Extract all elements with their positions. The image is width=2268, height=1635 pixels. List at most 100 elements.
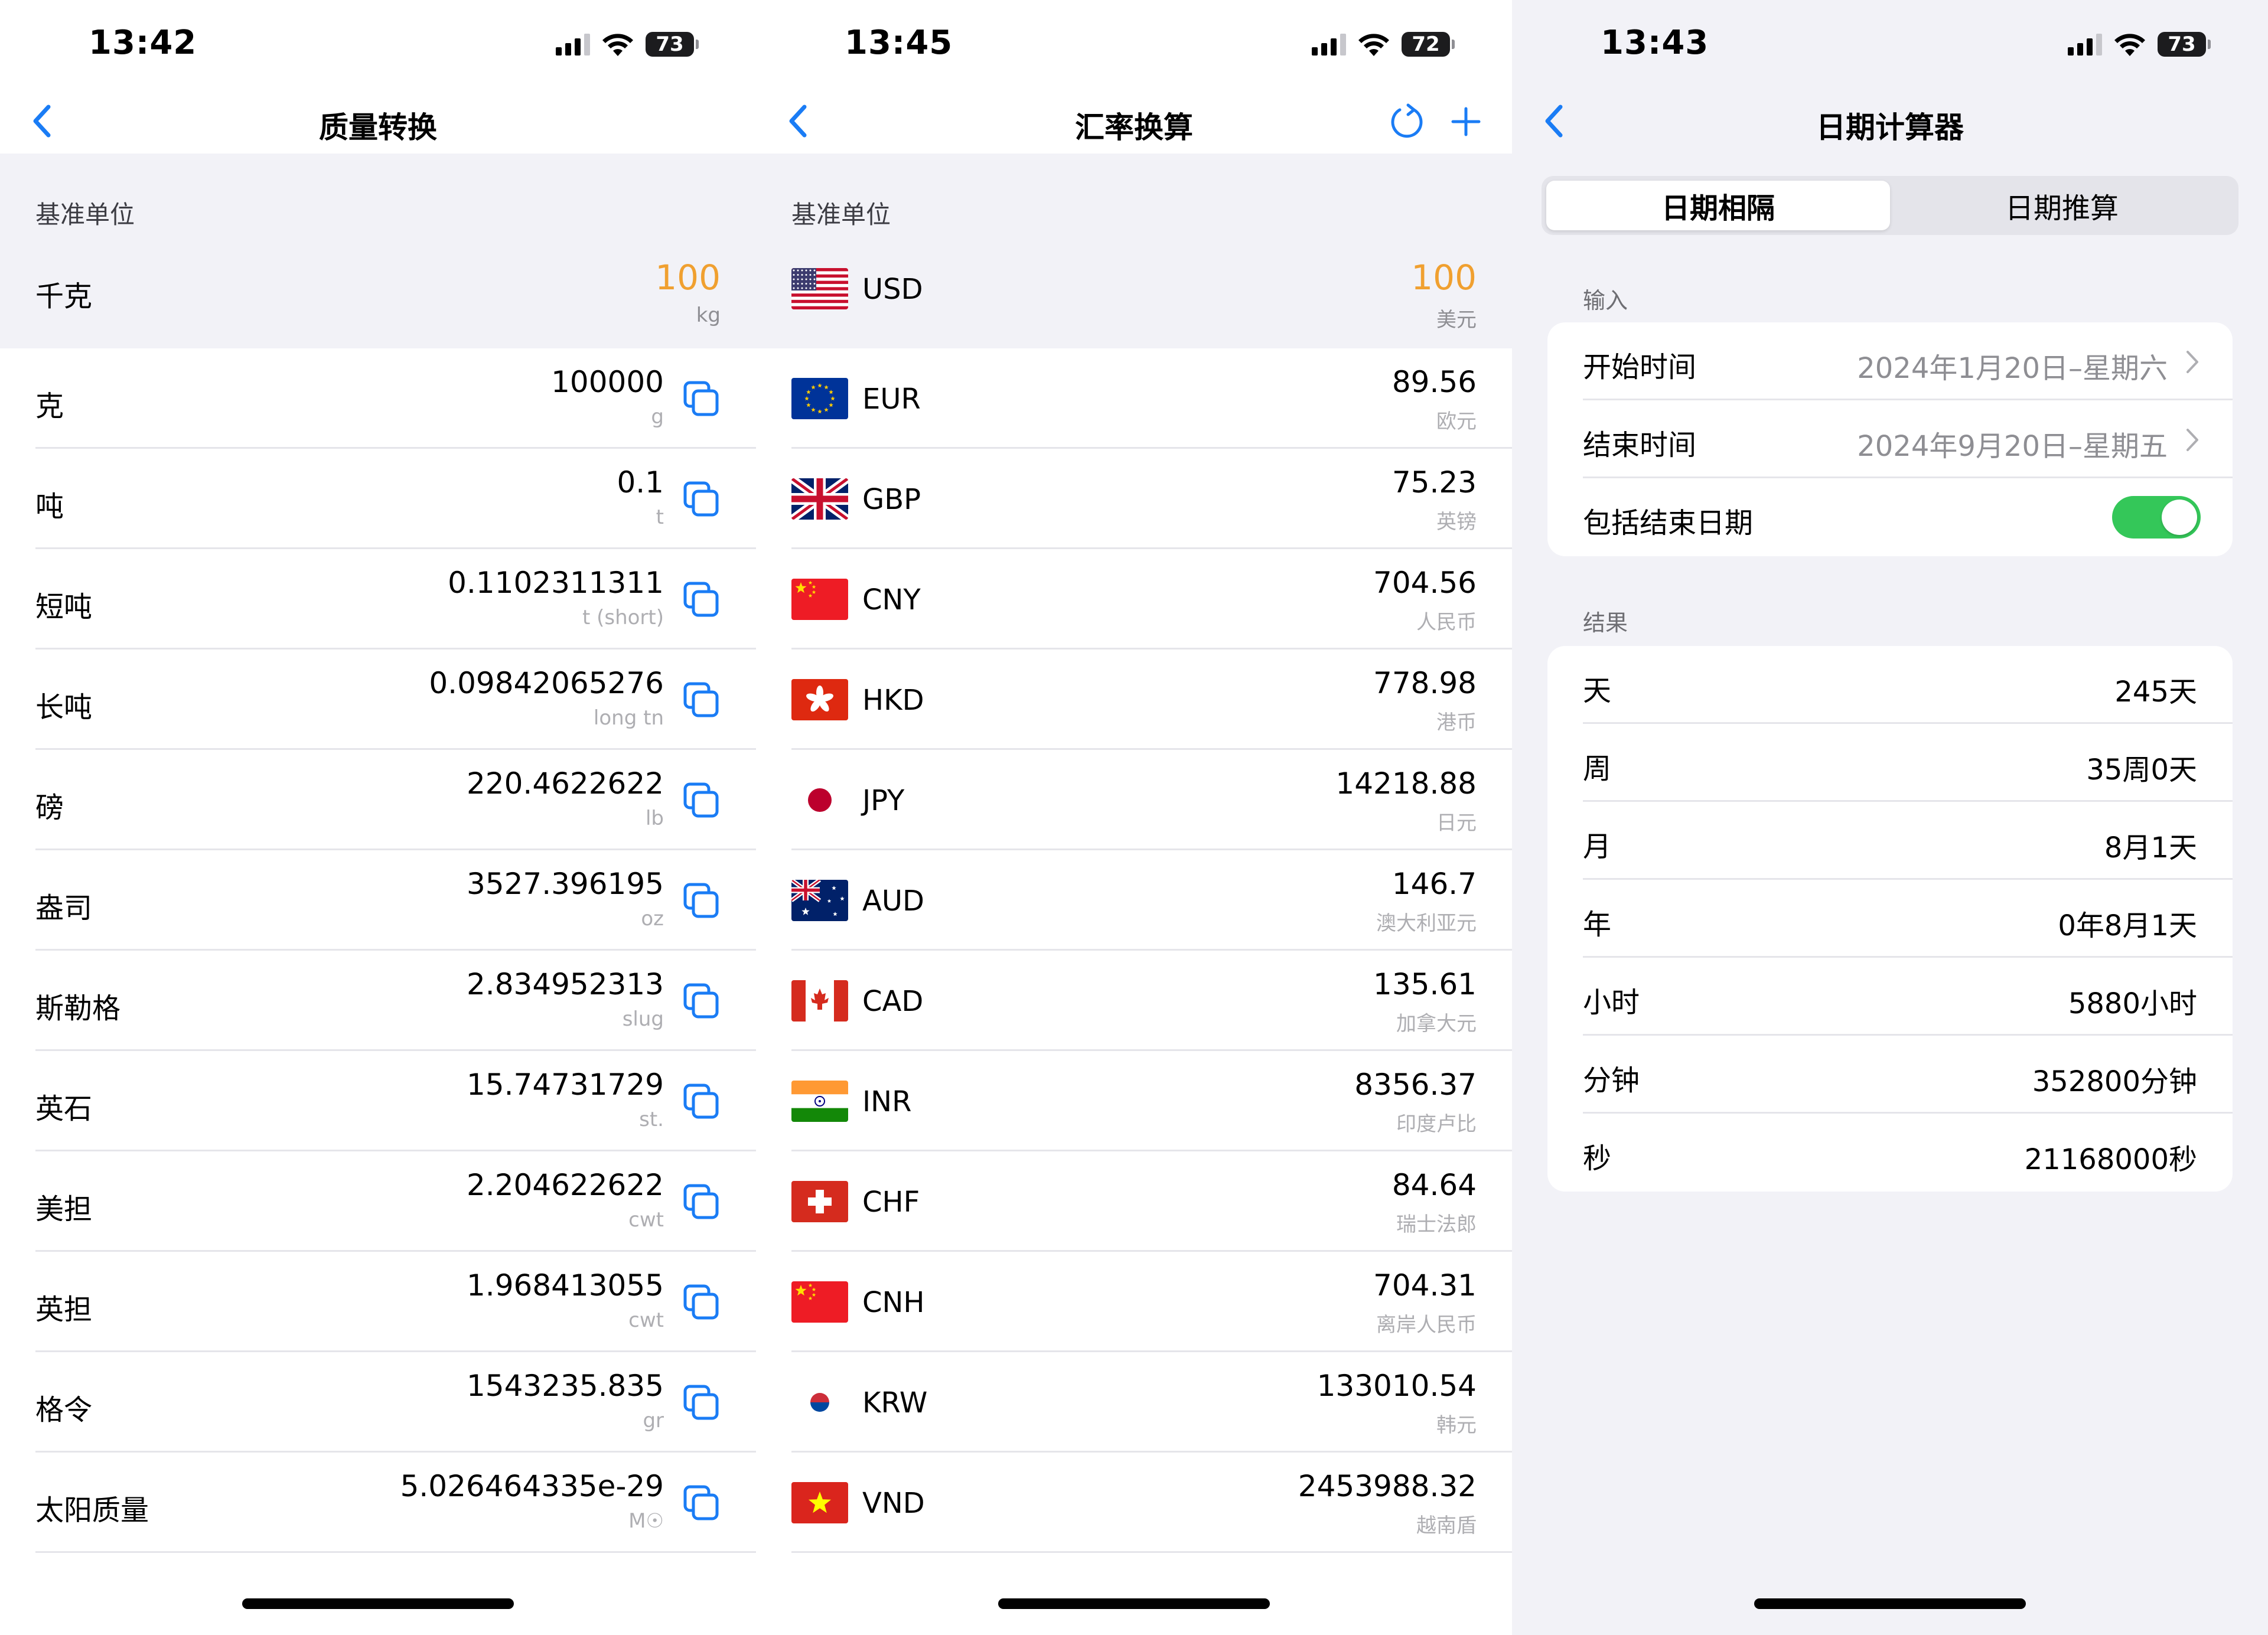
end-date-row[interactable]: 结束时间 2024年9月20日–星期五	[1547, 400, 2233, 478]
unit-row[interactable]: 吨 0.1 t	[0, 449, 756, 549]
currency-row[interactable]: GBP 75.23 英镑	[756, 449, 1512, 549]
currency-name: 瑞士法郎	[1396, 1213, 1477, 1236]
currency-row[interactable]: KRW 133010.54 韩元	[756, 1352, 1512, 1453]
section-label: 基准单位	[791, 200, 891, 229]
copy-button[interactable]	[682, 580, 721, 619]
currency-code: VND	[862, 1487, 925, 1520]
unit-row[interactable]: 英担 1.968413055 cwt	[0, 1252, 756, 1352]
currency-row[interactable]: AUD 146.7 澳大利亚元	[756, 850, 1512, 951]
start-date-row[interactable]: 开始时间 2024年1月20日–星期六	[1547, 322, 2233, 400]
unit-row[interactable]: 格令 1543235.835 gr	[0, 1352, 756, 1453]
unit-name: 磅	[35, 791, 64, 824]
status-icons: 72	[1312, 30, 1455, 59]
result-label: 周	[1583, 752, 1612, 785]
tab-date-interval[interactable]: 日期相隔	[1546, 181, 1890, 230]
unit-symbol: M☉	[628, 1509, 664, 1533]
tab-date-projection[interactable]: 日期推算	[1890, 181, 2234, 230]
battery-icon: 73	[2158, 32, 2211, 57]
currency-name: 英镑	[1436, 510, 1477, 534]
screens-container: 13:42 73 质量转换 基准单位 千克 100 kg 克 100000 g …	[0, 0, 2268, 1635]
chevron-right-icon	[2186, 429, 2198, 451]
add-currency-button[interactable]	[1443, 99, 1488, 144]
copy-button[interactable]	[682, 1483, 721, 1522]
copy-button[interactable]	[682, 881, 721, 920]
include-end-date-label: 包括结束日期	[1583, 507, 1754, 540]
copy-button[interactable]	[682, 1182, 721, 1221]
copy-button[interactable]	[682, 981, 721, 1020]
unit-row[interactable]: 短吨 0.1102311311 t (short)	[0, 549, 756, 650]
nav-bar: 质量转换	[0, 89, 756, 154]
base-value-input[interactable]: 100	[1411, 257, 1477, 298]
unit-value: 0.09842065276	[429, 666, 664, 700]
copy-button[interactable]	[682, 379, 721, 418]
copy-button[interactable]	[682, 1282, 721, 1321]
unit-symbol: oz	[641, 907, 664, 931]
chevron-right-icon	[2186, 351, 2198, 373]
currency-code: GBP	[862, 483, 921, 516]
mode-segmented-control: 日期相隔 日期推算	[1542, 176, 2238, 235]
unit-symbol: st.	[639, 1108, 664, 1131]
currency-name: 欧元	[1436, 410, 1477, 433]
currency-row[interactable]: CAD 135.61 加拿大元	[756, 951, 1512, 1051]
result-row: 分钟 352800分钟	[1547, 1036, 2233, 1114]
refresh-button[interactable]	[1384, 99, 1429, 144]
currency-name: 印度卢比	[1396, 1112, 1477, 1136]
unit-name: 美担	[35, 1193, 93, 1226]
currency-row[interactable]: CHF 84.64 瑞士法郎	[756, 1151, 1512, 1252]
currency-row[interactable]: INR 8356.37 印度卢比	[756, 1051, 1512, 1151]
battery-level: 73	[656, 32, 684, 56]
unit-row[interactable]: 太阳质量 5.026464335e-29 M☉	[0, 1453, 756, 1553]
unit-row[interactable]: 斯勒格 2.834952313 slug	[0, 951, 756, 1051]
currency-value: 704.56	[1373, 566, 1477, 600]
currency-row[interactable]: CNY 704.56 人民币	[756, 549, 1512, 650]
au-flag-icon	[791, 880, 848, 921]
currency-value: 778.98	[1373, 666, 1477, 700]
unit-row[interactable]: 长吨 0.09842065276 long tn	[0, 650, 756, 750]
copy-button[interactable]	[682, 1383, 721, 1422]
wifi-icon	[1358, 34, 1389, 56]
battery-icon: 73	[646, 32, 699, 57]
wifi-icon	[602, 34, 633, 56]
wifi-icon	[2114, 34, 2145, 56]
base-unit-row[interactable]: 千克 100 kg	[0, 242, 756, 348]
unit-row[interactable]: 克 100000 g	[0, 348, 756, 449]
currency-value: 14218.88	[1335, 766, 1477, 801]
currency-name: 人民币	[1416, 611, 1477, 634]
copy-button[interactable]	[682, 479, 721, 518]
base-currency-name: 美元	[1436, 308, 1477, 332]
currency-code: CAD	[862, 985, 924, 1018]
base-currency-row[interactable]: USD 100 美元	[756, 242, 1512, 348]
currency-code: CNH	[862, 1286, 925, 1319]
include-end-date-toggle[interactable]	[2112, 496, 2201, 539]
currency-row[interactable]: VND 2453988.32 越南盾	[756, 1453, 1512, 1553]
copy-icon	[682, 983, 721, 1023]
end-date-label: 结束时间	[1583, 429, 1697, 462]
eu-flag-icon	[791, 378, 848, 419]
currency-code: HKD	[862, 684, 924, 717]
mass-conversion-screen: 13:42 73 质量转换 基准单位 千克 100 kg 克 100000 g …	[0, 0, 756, 1635]
unit-value: 5.026464335e-29	[400, 1469, 664, 1503]
currency-row[interactable]: JPY 14218.88 日元	[756, 750, 1512, 850]
date-calculator-screen: 13:43 73 日期计算器 日期相隔 日期推算 输入 开始时间 2024年1月…	[1512, 0, 2268, 1635]
currency-row[interactable]: EUR 89.56 欧元	[756, 348, 1512, 449]
base-value-input[interactable]: 100	[655, 257, 721, 298]
currency-row[interactable]: HKD 778.98 港币	[756, 650, 1512, 750]
currency-name: 澳大利亚元	[1376, 912, 1477, 935]
unit-value: 1543235.835	[466, 1369, 664, 1403]
unit-name: 短吨	[35, 590, 93, 624]
copy-button[interactable]	[682, 781, 721, 820]
unit-name: 格令	[35, 1393, 93, 1427]
currency-name: 离岸人民币	[1376, 1313, 1477, 1337]
unit-row[interactable]: 英石 15.74731729 st.	[0, 1051, 756, 1151]
unit-row[interactable]: 盎司 3527.396195 oz	[0, 850, 756, 951]
unit-name: 太阳质量	[35, 1494, 149, 1527]
copy-icon	[682, 1284, 721, 1324]
currency-row[interactable]: CNH 704.31 离岸人民币	[756, 1252, 1512, 1352]
result-row: 小时 5880小时	[1547, 958, 2233, 1036]
unit-row[interactable]: 磅 220.4622622 lb	[0, 750, 756, 850]
result-row: 周 35周0天	[1547, 724, 2233, 802]
unit-row[interactable]: 美担 2.204622622 cwt	[0, 1151, 756, 1252]
copy-button[interactable]	[682, 1082, 721, 1121]
home-indicator	[1754, 1598, 2026, 1609]
copy-button[interactable]	[682, 680, 721, 719]
